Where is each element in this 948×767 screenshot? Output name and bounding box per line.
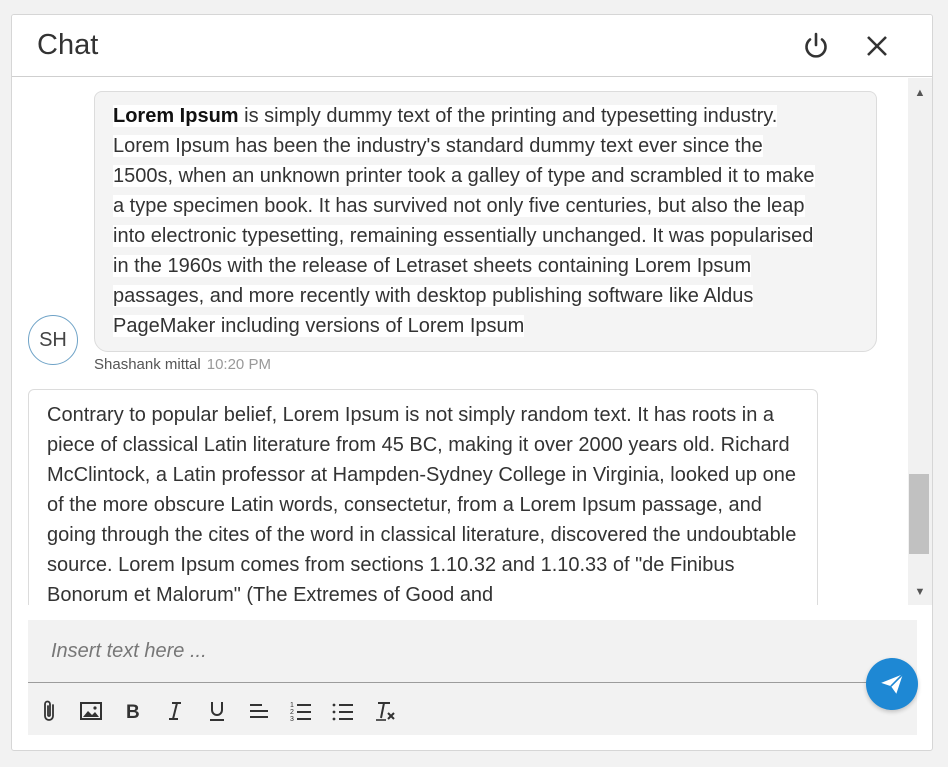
close-button[interactable] [862,31,892,61]
underline-icon [210,702,224,721]
power-icon [805,32,827,58]
bold-button[interactable]: B [112,694,154,728]
svg-text:1: 1 [290,702,294,709]
align-left-button[interactable] [238,694,280,728]
message-bubble: Lorem Ipsum is simply dummy text of the … [94,91,877,352]
send-icon [881,673,904,694]
clear-format-icon [376,702,395,721]
message-input[interactable] [28,620,888,683]
avatar: SH [28,315,78,365]
clear-format-button[interactable] [364,694,406,728]
svg-text:B: B [126,702,140,723]
insert-image-button[interactable] [70,694,112,728]
bold-icon: B [126,702,140,723]
attach-icon [44,700,54,721]
image-icon [80,702,102,720]
composer: B 123 [28,620,917,735]
unordered-list-button[interactable] [322,694,364,728]
align-left-icon [250,704,268,718]
scroll-up-arrow-icon[interactable]: ▲ [908,82,932,104]
message-list[interactable]: Lorem Ipsum is simply dummy text of the … [12,78,907,605]
author-name: Shashank mittal [94,356,201,373]
italic-button[interactable] [154,694,196,728]
scrollbar[interactable]: ▲ ▼ [908,78,932,605]
chat-window: Chat Lorem Ipsum is simply dummy text of… [11,14,933,751]
send-button[interactable] [866,658,918,710]
message-meta: Shashank mittal 10:20 PM [94,356,271,373]
message-bold-lead: Lorem Ipsum [113,105,239,127]
chat-title: Chat [37,29,99,61]
scroll-down-arrow-icon[interactable]: ▼ [908,581,932,603]
power-button[interactable] [801,31,831,61]
underline-button[interactable] [196,694,238,728]
scroll-thumb[interactable] [909,474,929,554]
svg-text:2: 2 [290,709,294,716]
ordered-list-icon: 123 [290,702,311,723]
close-icon [867,36,887,56]
svg-text:3: 3 [290,716,294,723]
message-time: 10:20 PM [206,356,271,373]
attach-button[interactable] [28,694,70,728]
message-bubble: Contrary to popular belief, Lorem Ipsum … [28,389,818,605]
unordered-list-icon [332,703,353,721]
italic-icon [169,702,181,720]
chat-header: Chat [12,15,932,77]
ordered-list-button[interactable]: 123 [280,694,322,728]
formatting-toolbar: B 123 [28,694,406,728]
